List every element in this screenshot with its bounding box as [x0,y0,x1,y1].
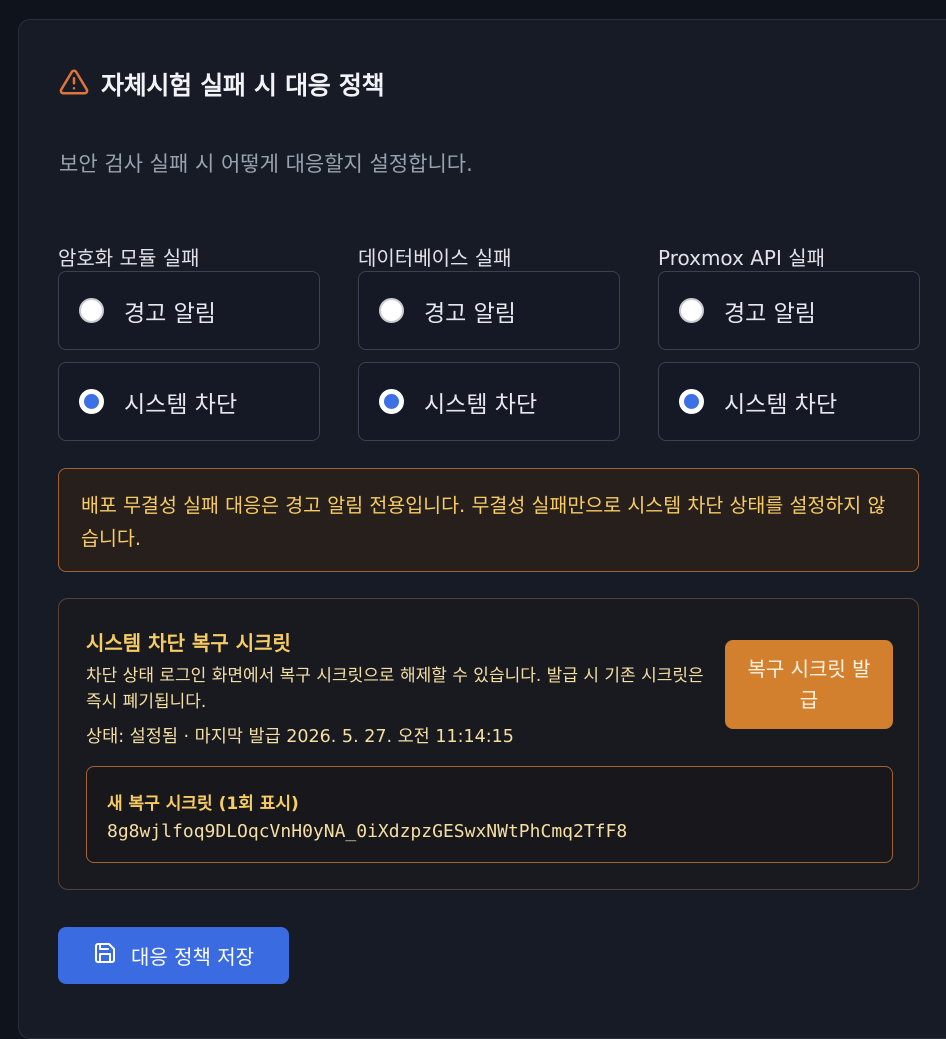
new-secret-value[interactable]: 8g8wjlfoq9DLOqcVnH0yNA_0iXdzpzGESwxNWtPh… [107,821,627,842]
panel-header: 자체시험 실패 시 대응 정책 [59,66,385,102]
save-policy-button[interactable]: 대응 정책 저장 [58,927,289,984]
new-secret-label: 새 복구 시크릿 (1회 표시) [107,794,299,814]
database-option-block[interactable]: 시스템 차단 [358,362,620,441]
option-label: 경고 알림 [424,300,516,327]
recovery-status: 상태: 설정됨 · 마지막 발급 2026. 5. 27. 오전 11:14:1… [86,727,514,747]
group-label-database: 데이터베이스 실패 [358,246,512,270]
crypto-option-block[interactable]: 시스템 차단 [58,362,320,441]
policy-panel: 자체시험 실패 시 대응 정책 보안 검사 실패 시 어떻게 대응할지 설정합니… [18,19,946,1039]
save-button-label: 대응 정책 저장 [130,945,255,969]
crypto-option-warn[interactable]: 경고 알림 [58,271,320,350]
proxmox-option-block[interactable]: 시스템 차단 [658,362,920,441]
radio-unchecked[interactable] [79,298,104,323]
radio-unchecked[interactable] [679,298,704,323]
recovery-secret-section: 시스템 차단 복구 시크릿 차단 상태 로그인 화면에서 복구 시크릿으로 해제… [58,598,919,890]
issue-secret-button[interactable]: 복구 시크릿 발급 [725,640,893,729]
page-title: 자체시험 실패 시 대응 정책 [101,71,385,100]
new-secret-box: 새 복구 시크릿 (1회 표시) 8g8wjlfoq9DLOqcVnH0yNA_… [86,766,893,863]
integrity-notice: 배포 무결성 실패 대응은 경고 알림 전용입니다. 무결성 실패만으로 시스템… [58,468,919,572]
group-label-crypto: 암호화 모듈 실패 [58,246,200,270]
database-option-warn[interactable]: 경고 알림 [358,271,620,350]
radio-checked[interactable] [79,389,104,414]
save-icon [93,941,117,970]
option-label: 경고 알림 [124,300,216,327]
proxmox-option-warn[interactable]: 경고 알림 [658,271,920,350]
option-label: 시스템 차단 [724,391,838,418]
warning-icon [59,67,89,101]
recovery-description: 차단 상태 로그인 화면에서 복구 시크릿으로 해제할 수 있습니다. 발급 시… [86,666,704,712]
radio-unchecked[interactable] [379,298,404,323]
radio-checked[interactable] [379,389,404,414]
option-label: 시스템 차단 [424,391,538,418]
option-label: 시스템 차단 [124,391,238,418]
page-subtitle: 보안 검사 실패 시 어떻게 대응할지 설정합니다. [59,152,473,176]
option-label: 경고 알림 [724,300,816,327]
group-label-proxmox: Proxmox API 실패 [658,246,826,270]
radio-checked[interactable] [679,389,704,414]
recovery-title: 시스템 차단 복구 시크릿 [86,631,291,655]
